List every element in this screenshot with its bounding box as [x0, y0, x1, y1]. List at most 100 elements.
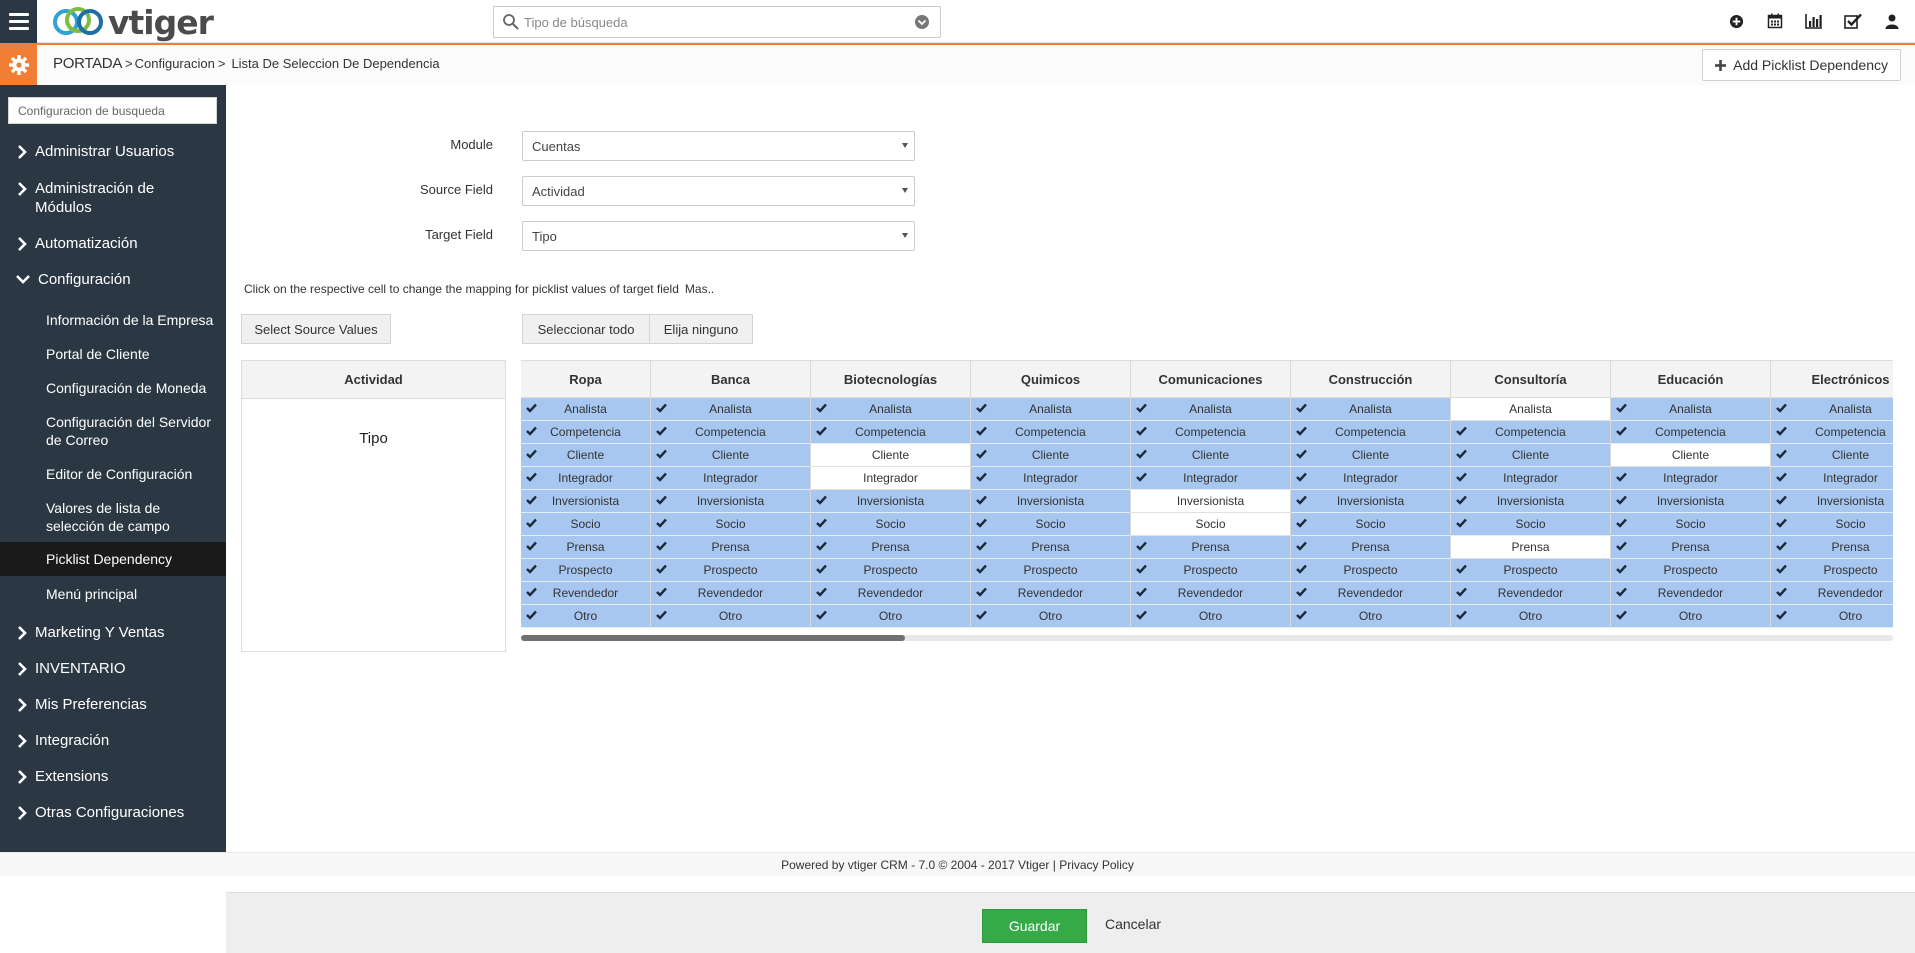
- matrix-cell-selected[interactable]: Revendedor: [1771, 582, 1893, 605]
- matrix-cell-selected[interactable]: Competencia: [1611, 421, 1770, 444]
- module-select[interactable]: Cuentas: [522, 131, 915, 161]
- matrix-cell[interactable]: Prensa: [1451, 536, 1610, 559]
- vtiger-logo[interactable]: vtiger: [52, 2, 214, 42]
- matrix-cell-selected[interactable]: Integrador: [1611, 467, 1770, 490]
- matrix-cell-selected[interactable]: Competencia: [1451, 421, 1610, 444]
- select-all-button[interactable]: Seleccionar todo: [522, 314, 650, 344]
- matrix-cell-selected[interactable]: Integrador: [971, 467, 1130, 490]
- sidebar-item-marketing-ventas[interactable]: Marketing Y Ventas: [0, 623, 226, 642]
- matrix-cell-selected[interactable]: Analista: [1611, 398, 1770, 421]
- matrix-cell-selected[interactable]: Revendedor: [811, 582, 970, 605]
- matrix-cell-selected[interactable]: Analista: [1131, 398, 1290, 421]
- task-checkbox-icon[interactable]: [1842, 10, 1864, 32]
- sidebar-item-configuracion[interactable]: Configuración: [0, 270, 226, 289]
- sidebar-item-automatizacion[interactable]: Automatización: [0, 234, 226, 253]
- settings-search-input[interactable]: [9, 98, 216, 123]
- matrix-cell-selected[interactable]: Inversionista: [1611, 490, 1770, 513]
- matrix-cell-selected[interactable]: Prospecto: [1771, 559, 1893, 582]
- matrix-cell-selected[interactable]: Otro: [1131, 605, 1290, 628]
- matrix-cell-selected[interactable]: Analista: [1291, 398, 1450, 421]
- privacy-policy-link[interactable]: Privacy Policy: [1059, 858, 1134, 872]
- matrix-cell-selected[interactable]: Revendedor: [651, 582, 810, 605]
- sidebar-item-extensions[interactable]: Extensions: [0, 767, 226, 786]
- matrix-cell-selected[interactable]: Integrador: [1771, 467, 1893, 490]
- matrix-cell-selected[interactable]: Socio: [1771, 513, 1893, 536]
- matrix-cell-selected[interactable]: Socio: [521, 513, 650, 536]
- matrix-cell-selected[interactable]: Cliente: [971, 444, 1130, 467]
- settings-gear-icon[interactable]: [0, 45, 37, 85]
- matrix-cell-selected[interactable]: Cliente: [1451, 444, 1610, 467]
- matrix-cell-selected[interactable]: Socio: [1451, 513, 1610, 536]
- matrix-cell-selected[interactable]: Revendedor: [1451, 582, 1610, 605]
- sidebar-subitem-informacion-empresa[interactable]: Información de la Empresa: [0, 311, 226, 329]
- matrix-cell-selected[interactable]: Competencia: [1131, 421, 1290, 444]
- select-none-button[interactable]: Elija ninguno: [649, 314, 753, 344]
- select-source-values-button[interactable]: Select Source Values: [241, 314, 391, 344]
- cancel-link[interactable]: Cancelar: [1105, 916, 1161, 932]
- sidebar-subitem-valores-lista[interactable]: Valores de lista de selección de campo: [0, 499, 226, 535]
- matrix-cell-selected[interactable]: Prensa: [1611, 536, 1770, 559]
- sidebar-item-administrar-usuarios[interactable]: Administrar Usuarios: [0, 142, 226, 161]
- matrix-cell-selected[interactable]: Revendedor: [521, 582, 650, 605]
- sidebar-subitem-picklist-dependency[interactable]: Picklist Dependency: [0, 542, 226, 576]
- matrix-cell-selected[interactable]: Integrador: [1451, 467, 1610, 490]
- matrix-cell-selected[interactable]: Socio: [1611, 513, 1770, 536]
- matrix-cell[interactable]: Integrador: [811, 467, 970, 490]
- matrix-cell-selected[interactable]: Prensa: [811, 536, 970, 559]
- matrix-cell-selected[interactable]: Revendedor: [1291, 582, 1450, 605]
- matrix-cell-selected[interactable]: Analista: [971, 398, 1130, 421]
- matrix-cell-selected[interactable]: Analista: [651, 398, 810, 421]
- sidebar-subitem-portal-cliente[interactable]: Portal de Cliente: [0, 345, 226, 363]
- matrix-cell-selected[interactable]: Analista: [521, 398, 650, 421]
- matrix-cell-selected[interactable]: Competencia: [971, 421, 1130, 444]
- matrix-cell-selected[interactable]: Otro: [521, 605, 650, 628]
- target-field-select[interactable]: Tipo: [522, 221, 915, 251]
- global-search[interactable]: [493, 6, 941, 38]
- matrix-cell-selected[interactable]: Inversionista: [1291, 490, 1450, 513]
- matrix-cell-selected[interactable]: Inversionista: [521, 490, 650, 513]
- settings-search[interactable]: [8, 97, 217, 124]
- matrix-cell-selected[interactable]: Cliente: [651, 444, 810, 467]
- sidebar-item-integracion[interactable]: Integración: [0, 731, 226, 750]
- matrix-cell-selected[interactable]: Prospecto: [651, 559, 810, 582]
- sidebar-subitem-editor-configuracion[interactable]: Editor de Configuración: [0, 465, 226, 483]
- matrix-cell-selected[interactable]: Analista: [811, 398, 970, 421]
- matrix-cell-selected[interactable]: Integrador: [1291, 467, 1450, 490]
- matrix-cell[interactable]: Cliente: [1611, 444, 1770, 467]
- matrix-cell-selected[interactable]: Otro: [1611, 605, 1770, 628]
- matrix-cell[interactable]: Inversionista: [1131, 490, 1290, 513]
- plus-circle-icon[interactable]: [1725, 10, 1747, 32]
- matrix-cell-selected[interactable]: Prensa: [1771, 536, 1893, 559]
- matrix-cell-selected[interactable]: Prospecto: [1451, 559, 1610, 582]
- matrix-cell[interactable]: Cliente: [811, 444, 970, 467]
- matrix-cell-selected[interactable]: Cliente: [1771, 444, 1893, 467]
- matrix-cell[interactable]: Analista: [1451, 398, 1610, 421]
- matrix-cell-selected[interactable]: Prospecto: [811, 559, 970, 582]
- breadcrumb-home[interactable]: PORTADA: [53, 55, 122, 72]
- matrix-cell-selected[interactable]: Prensa: [1291, 536, 1450, 559]
- sidebar-subitem-menu-principal[interactable]: Menú principal: [0, 585, 226, 603]
- matrix-cell-selected[interactable]: Inversionista: [1771, 490, 1893, 513]
- matrix-cell-selected[interactable]: Integrador: [1131, 467, 1290, 490]
- matrix-cell-selected[interactable]: Cliente: [1291, 444, 1450, 467]
- sidebar-subitem-configuracion-moneda[interactable]: Configuración de Moneda: [0, 379, 226, 397]
- matrix-cell-selected[interactable]: Revendedor: [1131, 582, 1290, 605]
- matrix-cell-selected[interactable]: Competencia: [1291, 421, 1450, 444]
- calendar-icon[interactable]: [1764, 10, 1786, 32]
- sidebar-item-administracion-modulos[interactable]: Administración de Módulos: [0, 179, 226, 217]
- user-icon[interactable]: [1881, 10, 1903, 32]
- matrix-cell-selected[interactable]: Revendedor: [1611, 582, 1770, 605]
- matrix-cell-selected[interactable]: Cliente: [521, 444, 650, 467]
- sidebar-subitem-servidor-correo[interactable]: Configuración del Servidor de Correo: [0, 413, 226, 449]
- matrix-cell-selected[interactable]: Competencia: [521, 421, 650, 444]
- matrix-cell-selected[interactable]: Competencia: [811, 421, 970, 444]
- matrix-cell-selected[interactable]: Prensa: [1131, 536, 1290, 559]
- matrix-cell-selected[interactable]: Integrador: [651, 467, 810, 490]
- global-search-input[interactable]: [520, 8, 914, 36]
- source-field-select[interactable]: Actividad: [522, 176, 915, 206]
- matrix-cell-selected[interactable]: Competencia: [1771, 421, 1893, 444]
- bar-chart-icon[interactable]: [1803, 10, 1825, 32]
- matrix-cell-selected[interactable]: Otro: [1451, 605, 1610, 628]
- matrix-cell-selected[interactable]: Otro: [1291, 605, 1450, 628]
- more-link[interactable]: Mas..: [685, 282, 714, 296]
